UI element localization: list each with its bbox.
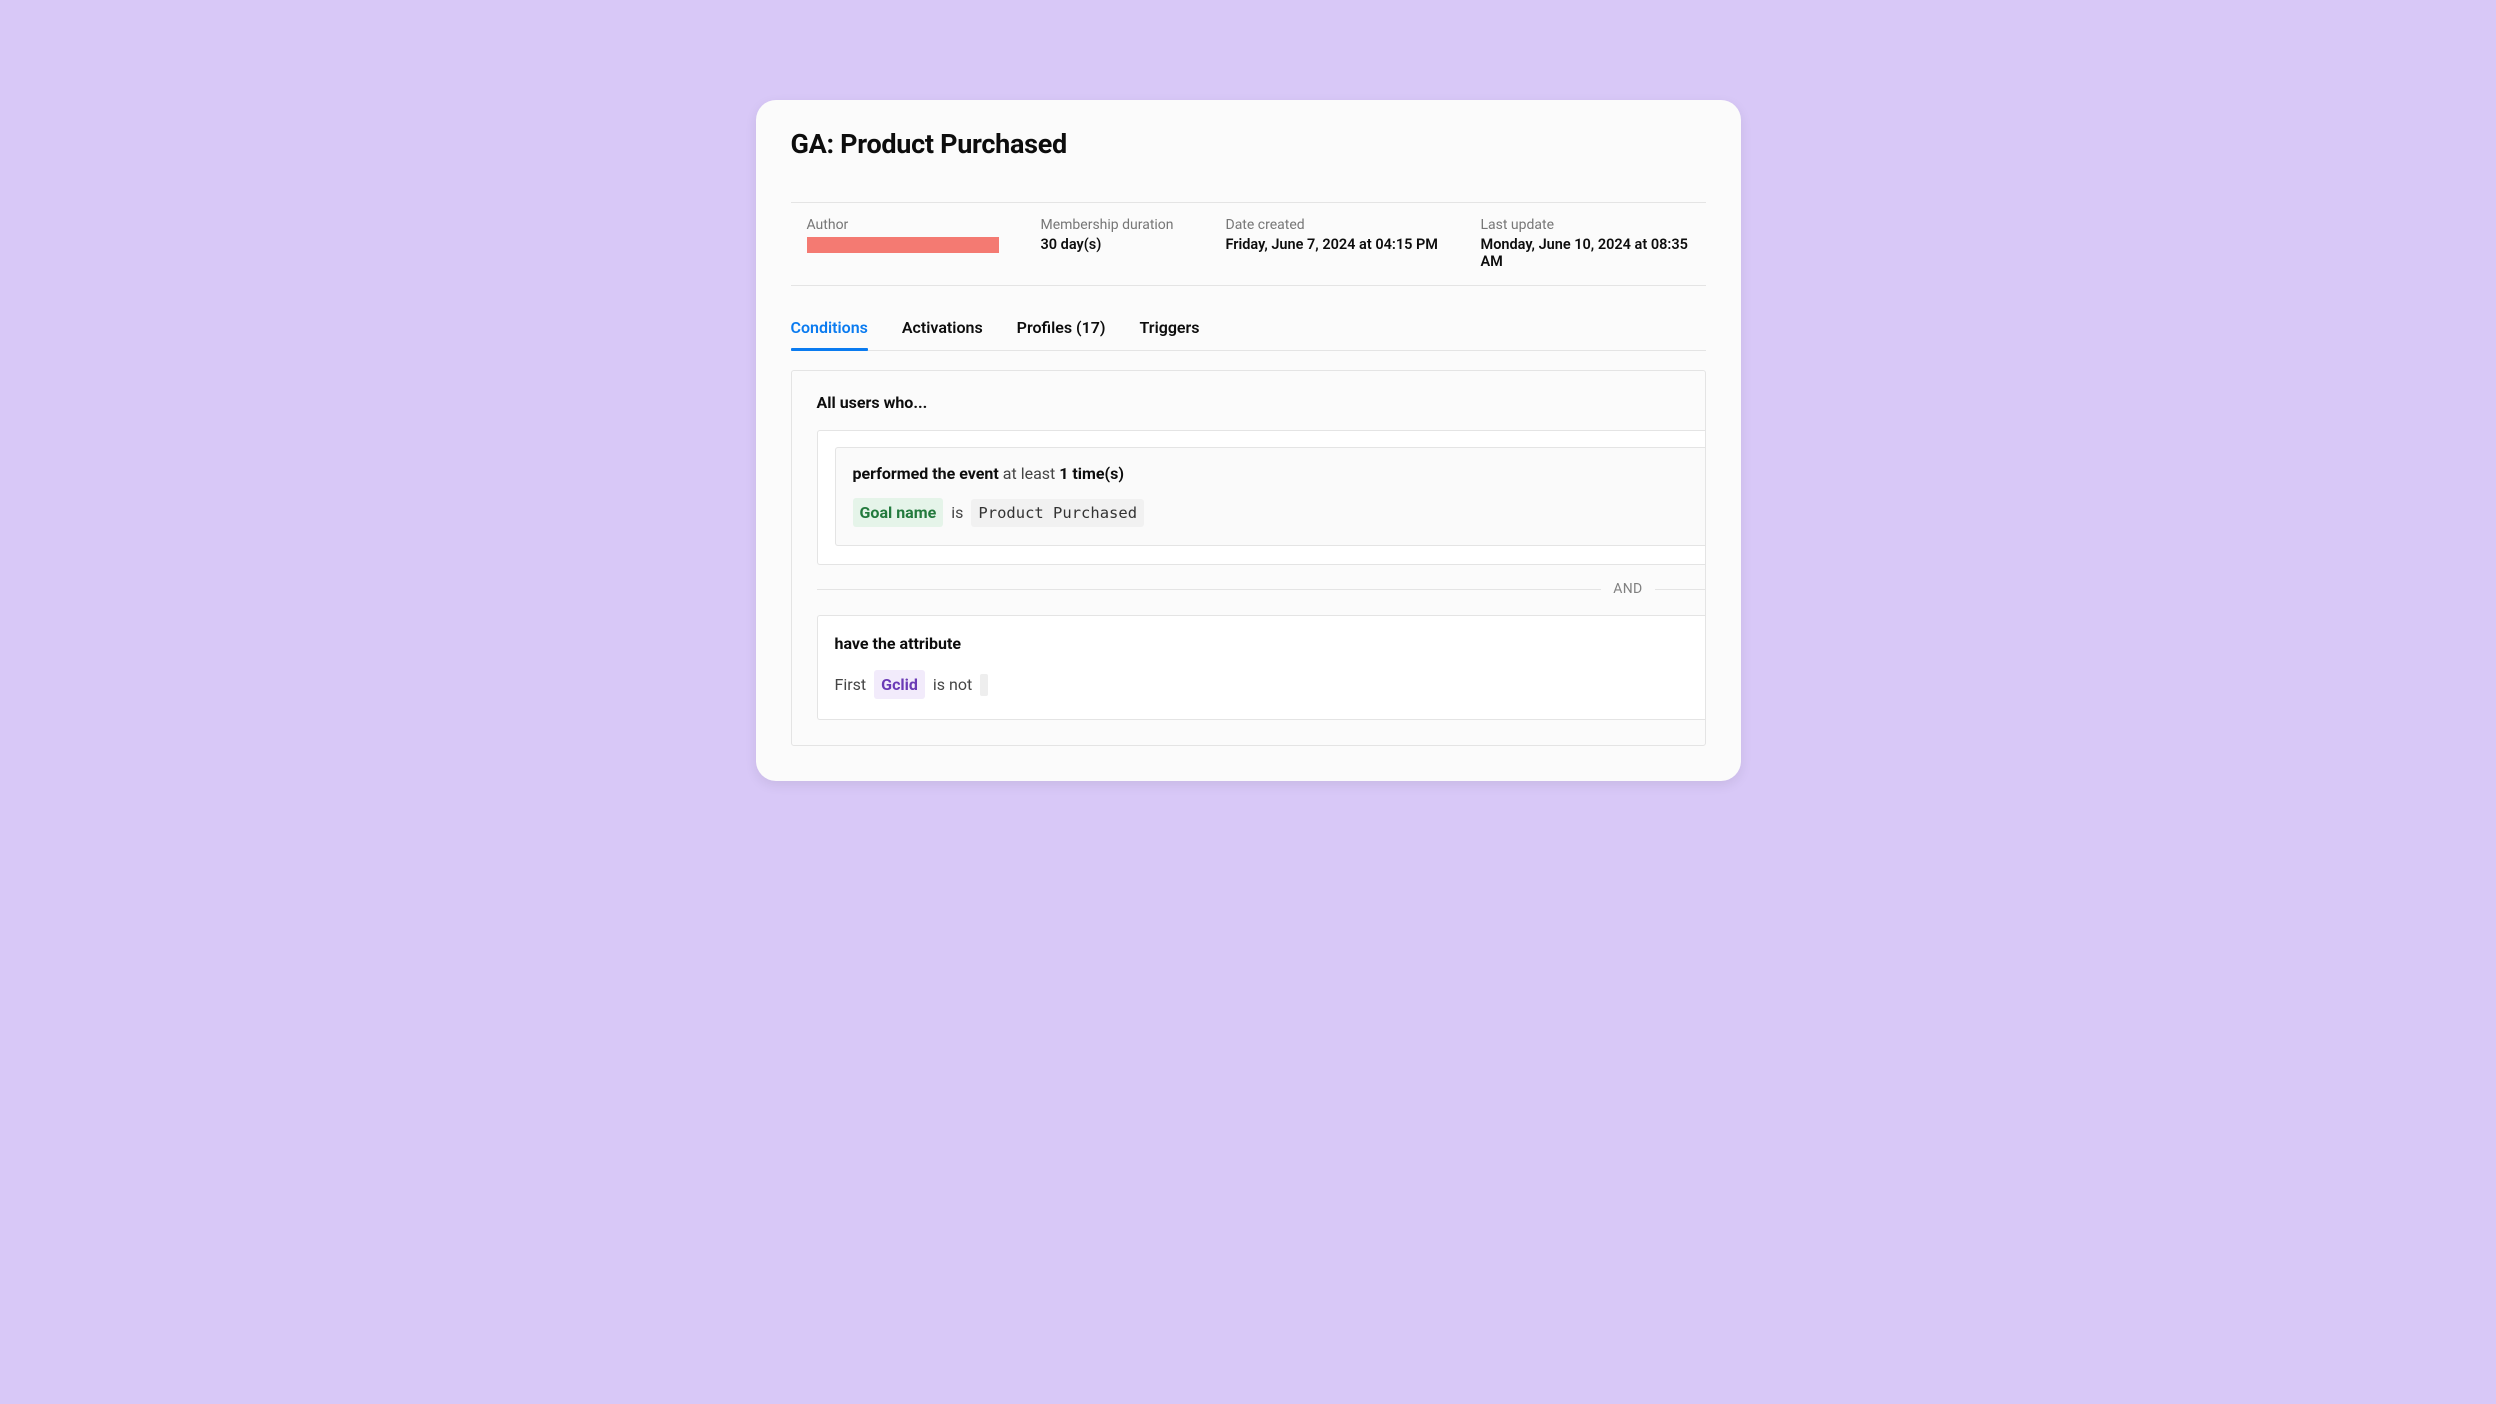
meta-author-label: Author <box>807 217 1041 233</box>
tab-profiles[interactable]: Profiles (17) <box>1017 308 1106 350</box>
event-middle: at least <box>999 464 1059 483</box>
meta-created-value: Friday, June 7, 2024 at 04:15 PM <box>1226 236 1481 253</box>
conditions-container: All users who... performed the event at … <box>791 370 1706 746</box>
separator-label: AND <box>1601 581 1654 597</box>
tab-conditions[interactable]: Conditions <box>791 308 868 350</box>
event-condition-line: performed the event at least 1 time(s) <box>853 464 1705 483</box>
author-redacted <box>807 237 999 253</box>
separator-line-left <box>817 589 1602 590</box>
event-value-tag: Product Purchased <box>971 499 1144 527</box>
attribute-condition-card: have the attribute First Gclid is not <box>817 615 1705 720</box>
meta-row: Author Membership duration 30 day(s) Dat… <box>791 202 1706 286</box>
meta-updated-label: Last update <box>1481 217 1706 233</box>
event-prefix: performed the event <box>853 464 999 483</box>
meta-membership-label: Membership duration <box>1041 217 1226 233</box>
separator-line-right <box>1655 589 1705 590</box>
meta-membership: Membership duration 30 day(s) <box>1041 217 1226 270</box>
meta-updated: Last update Monday, June 10, 2024 at 08:… <box>1481 217 1706 270</box>
conditions-intro: All users who... <box>817 393 1705 412</box>
segment-detail-card: GA: Product Purchased Author Membership … <box>756 100 1741 781</box>
event-count: 1 time(s) <box>1059 464 1124 483</box>
meta-created-label: Date created <box>1226 217 1481 233</box>
meta-created: Date created Friday, June 7, 2024 at 04:… <box>1226 217 1481 270</box>
attribute-field-tag: Gclid <box>874 670 925 699</box>
tab-triggers[interactable]: Triggers <box>1140 308 1200 350</box>
meta-author: Author <box>791 217 1041 270</box>
event-field-tag: Goal name <box>853 498 944 527</box>
event-operator: is <box>951 503 963 522</box>
attribute-value-empty <box>980 674 988 696</box>
tab-activations[interactable]: Activations <box>902 308 983 350</box>
tabs: Conditions Activations Profiles (17) Tri… <box>791 308 1706 351</box>
event-filter-line: Goal name is Product Purchased <box>853 498 1705 527</box>
attribute-filter-line: First Gclid is not <box>835 670 1705 699</box>
meta-updated-value: Monday, June 10, 2024 at 08:35 AM <box>1481 236 1706 270</box>
event-condition-card: performed the event at least 1 time(s) G… <box>817 430 1705 565</box>
event-condition-inner: performed the event at least 1 time(s) G… <box>835 447 1705 546</box>
attribute-operator: is not <box>933 675 972 694</box>
meta-membership-value: 30 day(s) <box>1041 236 1226 253</box>
page-title: GA: Product Purchased <box>791 128 1706 160</box>
attribute-heading: have the attribute <box>835 634 1705 653</box>
attribute-prefix: First <box>835 675 867 694</box>
and-separator: AND <box>817 581 1705 597</box>
